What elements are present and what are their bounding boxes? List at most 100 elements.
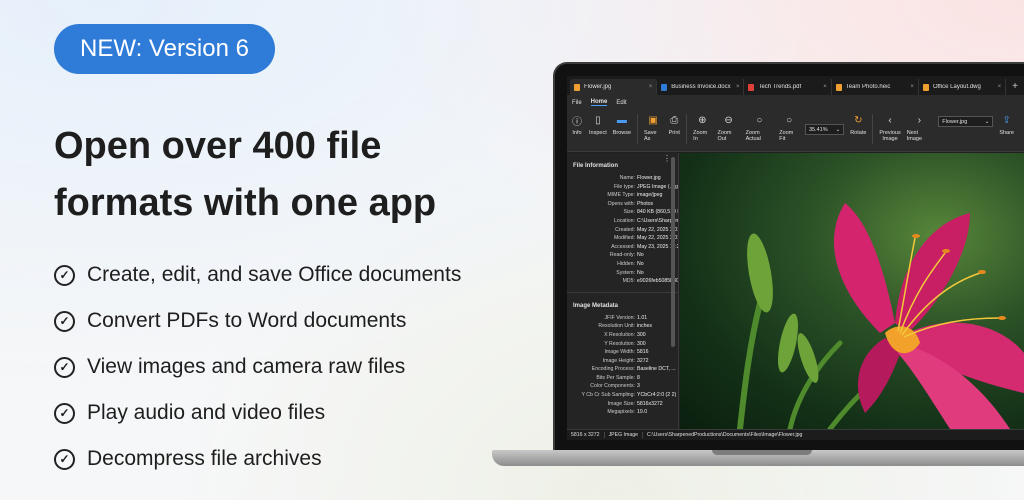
info-row: Size:840 KB (860,510 bytes) xyxy=(623,209,678,216)
tab-team-photo[interactable]: Team Photo.heic × xyxy=(832,79,919,95)
zoom-actual-icon: ○ xyxy=(756,114,763,126)
menu-edit[interactable]: Edit xyxy=(616,100,626,106)
ribbon-divider xyxy=(686,114,688,144)
file-info-title: File Information xyxy=(573,163,618,169)
close-icon[interactable]: × xyxy=(649,84,653,90)
tab-office-layout[interactable]: Office Layout.dwg × xyxy=(919,79,1007,95)
meta-row: Image Size: 5816x3272 xyxy=(607,400,663,407)
tab-tech-trends[interactable]: Tech Trends.pdf × xyxy=(744,79,832,95)
zoom-in-icon: ⊕ xyxy=(698,114,707,126)
inspect-button[interactable]: ▯ Inspect xyxy=(589,114,607,137)
laptop-notch xyxy=(712,450,812,455)
browse-button[interactable]: ▬ Browse xyxy=(613,114,631,137)
info-row: Accessed:May 23, 2025 11:27 AM xyxy=(611,243,678,250)
rotate-icon: ↻ xyxy=(854,114,863,126)
info-panel: ⋮ File Information Name: Flower.jpg File … xyxy=(567,153,679,429)
zoom-fit-icon: ○ xyxy=(786,114,793,126)
headline: Open over 400 file formats with one app xyxy=(54,125,437,224)
word-file-icon xyxy=(661,83,668,91)
close-icon[interactable]: × xyxy=(910,84,914,90)
status-bar: 5816 x 3272 JPEG Image C:\Users\Sharpene… xyxy=(567,429,1024,440)
close-icon[interactable]: × xyxy=(998,84,1002,90)
info-icon: ⓘ xyxy=(572,116,582,128)
info-row: MIME Type: image/jpeg xyxy=(607,192,663,199)
image-metadata-title: Image Metadata xyxy=(573,302,619,309)
tab-bar: Flower.jpg × Business Invoice.docx × Tec… xyxy=(567,76,1024,95)
close-icon[interactable]: × xyxy=(823,84,827,90)
save-icon: ▣ xyxy=(648,114,658,126)
menu-home[interactable]: Home xyxy=(590,99,608,106)
image-file-icon xyxy=(835,83,842,91)
flower-illustration xyxy=(737,203,1024,429)
menu-file[interactable]: File xyxy=(572,100,582,106)
meta-row: Resolution Unit: inches xyxy=(598,323,652,330)
meta-row: Megapixels: 19.0 xyxy=(607,409,648,416)
folder-icon: ▬ xyxy=(616,114,627,126)
info-row: File type: JPEG Image (.jpg) xyxy=(613,183,678,190)
chevron-down-icon: ⌄ xyxy=(835,126,841,133)
image-select[interactable]: Flower.jpg ⌄ xyxy=(938,116,994,127)
zoom-actual-button[interactable]: ○ Zoom Actual xyxy=(746,114,774,143)
meta-row: Bits Per Sample: 8 xyxy=(596,374,640,381)
rotate-button[interactable]: ↻ Rotate xyxy=(850,114,866,137)
image-type: JPEG Image xyxy=(605,432,643,438)
save-as-button[interactable]: ▣ Save As xyxy=(644,114,662,143)
meta-row: Image Height: 3272 xyxy=(602,357,649,364)
feature-list: ✓ Create, edit, and save Office documents… xyxy=(54,252,461,482)
zoom-fit-button[interactable]: ○ Zoom Fit xyxy=(779,114,799,143)
print-icon: ⎙ xyxy=(670,114,679,126)
zoom-out-icon: ⊖ xyxy=(724,114,733,126)
chevron-left-icon: ‹ xyxy=(888,114,892,126)
more-options-icon[interactable]: ⋮ xyxy=(663,154,671,163)
buds xyxy=(747,233,819,383)
meta-row: JFIF Version: 1.01 xyxy=(604,314,648,321)
feature-item: ✓ Play audio and video files xyxy=(54,390,461,436)
zoom-out-button[interactable]: ⊖ Zoom Out xyxy=(717,114,739,143)
feature-item: ✓ Decompress file archives xyxy=(54,436,461,482)
info-row: Name: Flower.jpg xyxy=(619,175,661,181)
info-row: Created:May 22, 2025 3:01 PM xyxy=(615,226,678,233)
scrollbar[interactable] xyxy=(671,157,675,347)
pdf-file-icon xyxy=(748,83,755,91)
previous-image-button[interactable]: ‹ Previous Image xyxy=(879,114,900,143)
image-dimensions: 5816 x 3272 xyxy=(567,432,605,438)
info-row: Location:C:\Users\SharpenedPr... xyxy=(613,217,678,224)
check-circle-icon: ✓ xyxy=(54,264,75,286)
drawing-file-icon xyxy=(922,83,929,91)
print-button[interactable]: ⎙ Print xyxy=(668,114,680,137)
close-icon[interactable]: × xyxy=(736,84,740,90)
feature-item: ✓ View images and camera raw files xyxy=(54,344,461,390)
info-row: Modified:May 22, 2025 3:01 PM xyxy=(613,235,678,242)
check-circle-icon: ✓ xyxy=(54,402,75,424)
zoom-level-select[interactable]: 35.41% ⌄ xyxy=(804,124,845,135)
chevron-right-icon: › xyxy=(917,114,922,126)
info-button[interactable]: ⓘ Info xyxy=(571,114,583,137)
file-path: C:\Users\SharpenedProductions\Documents\… xyxy=(646,432,803,438)
check-circle-icon: ✓ xyxy=(54,448,75,470)
tab-business-invoice[interactable]: Business Invoice.docx × xyxy=(657,79,745,95)
share-button[interactable]: ⇪ Share xyxy=(999,114,1014,137)
ribbon-divider xyxy=(872,114,874,144)
image-file-icon xyxy=(574,83,580,91)
new-tab-icon[interactable]: + xyxy=(1006,81,1024,95)
ribbon: ⓘ Info ▯ Inspect ▬ Browse ▣ Save As ⎙ Print ⊕… xyxy=(567,110,1024,152)
tab-flower[interactable]: Flower.jpg × xyxy=(570,79,658,95)
chevron-down-icon: ⌄ xyxy=(984,118,990,125)
meta-row: X Resolution: 300 xyxy=(604,331,646,338)
info-row: System: No xyxy=(616,269,644,276)
meta-row: Image Width: 5816 xyxy=(604,349,649,356)
menu-bar: File Home Edit xyxy=(567,95,1024,110)
ribbon-divider xyxy=(637,114,638,144)
inspect-icon: ▯ xyxy=(595,114,601,126)
version-badge: NEW: Version 6 xyxy=(54,24,275,74)
info-row: MD5:e9026feb5085b805db... xyxy=(622,278,678,285)
check-circle-icon: ✓ xyxy=(54,310,75,332)
next-image-button[interactable]: › Next Image xyxy=(907,114,932,143)
meta-row: Y Resolution: 300 xyxy=(604,340,646,347)
meta-row: Y Cb Cr Sub Sampling: YCbCr4:2:0 (2 2) xyxy=(581,392,677,399)
meta-row: Color Components: 3 xyxy=(590,383,640,390)
meta-row: Encoding Process: Baseline DCT, ... xyxy=(591,366,676,373)
info-row: Opens with: Photos xyxy=(607,200,654,207)
info-row: Hidden: No xyxy=(617,260,644,267)
zoom-in-button[interactable]: ⊕ Zoom In xyxy=(693,114,711,143)
